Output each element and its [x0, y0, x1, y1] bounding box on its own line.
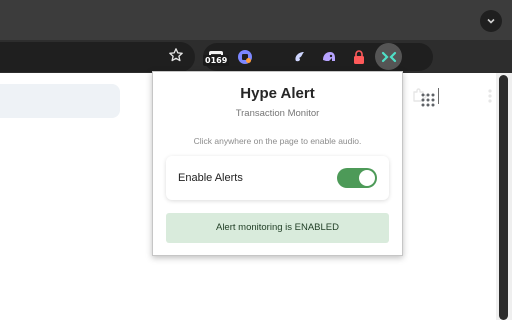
popup-title: Hype Alert	[240, 85, 315, 102]
menu-icon[interactable]	[484, 86, 496, 106]
apps-grid-icon[interactable]	[420, 92, 436, 108]
toggle-knob	[359, 170, 375, 186]
browser-tab-strip	[0, 0, 512, 40]
toggle-label: Enable Alerts	[178, 172, 243, 184]
extension-icon-2[interactable]	[236, 48, 254, 66]
status-banner: Alert monitoring is ENABLED	[166, 213, 389, 243]
address-bar[interactable]	[0, 42, 195, 72]
toolbar-divider	[438, 88, 439, 104]
audio-hint: Click anywhere on the page to enable aud…	[193, 136, 362, 146]
extension-icon-4[interactable]	[320, 48, 338, 66]
page-search-field[interactable]	[0, 84, 120, 118]
popup-subtitle: Transaction Monitor	[235, 108, 320, 119]
extension-icon-3[interactable]	[291, 48, 309, 66]
browser-toolbar	[0, 40, 512, 104]
chevron-down-icon[interactable]	[480, 10, 502, 32]
extension-badge: 0169	[203, 55, 230, 66]
scrollbar-thumb[interactable]	[499, 75, 508, 320]
hype-alert-icon[interactable]	[375, 43, 402, 70]
enable-alerts-toggle[interactable]	[337, 168, 377, 188]
lock-icon[interactable]	[350, 48, 368, 66]
enable-alerts-card: Enable Alerts	[166, 156, 389, 200]
extension-popup: Hype Alert Transaction Monitor Click any…	[152, 71, 403, 256]
star-icon[interactable]	[168, 47, 184, 63]
